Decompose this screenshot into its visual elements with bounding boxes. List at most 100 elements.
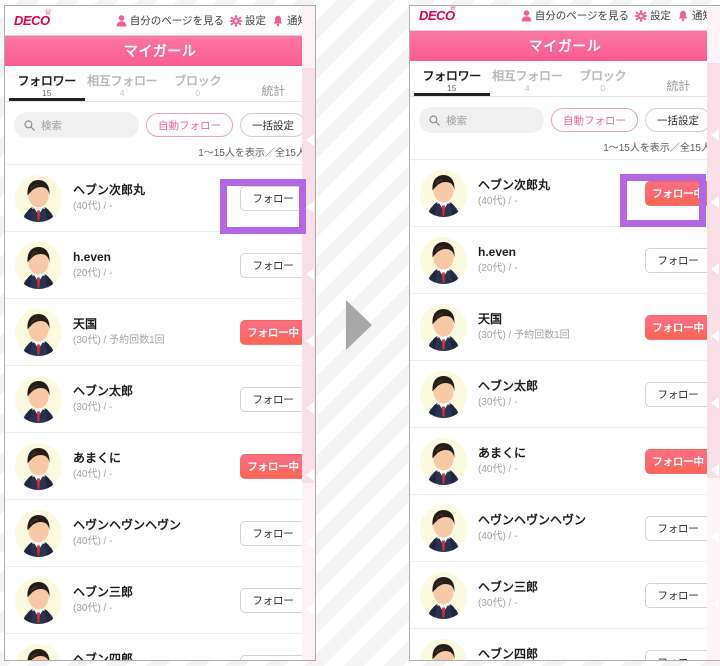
row-meta: h.even (20代) / - bbox=[478, 244, 645, 276]
user-detail: (20代) / - bbox=[478, 263, 518, 274]
following-button[interactable]: フォロー中 bbox=[645, 314, 711, 340]
row-meta: 天国 (30代) / 予約回数1回 bbox=[73, 316, 240, 348]
follow-button[interactable]: フォロー bbox=[240, 185, 306, 211]
auto-follow-button[interactable]: 自動フォロー bbox=[146, 113, 233, 137]
table-row[interactable]: ヘブン四郎(30代) / -フォロー bbox=[5, 634, 315, 660]
table-row[interactable]: ヘブン太郎 (30代) / - フォロー bbox=[5, 366, 315, 433]
follow-button[interactable]: フォロー bbox=[645, 649, 711, 660]
follow-button[interactable]: フォロー bbox=[645, 582, 711, 608]
following-button[interactable]: フォロー中 bbox=[645, 180, 711, 206]
follower-list: ヘブン次郎丸 (40代) / - フォロー h.even (20代) / - フォロー 天国… bbox=[5, 164, 315, 660]
search-input[interactable]: 検索 bbox=[14, 112, 139, 138]
tab-mutual-follow[interactable]: 相互フォロー 4 bbox=[490, 69, 566, 96]
follow-button[interactable]: フォロー bbox=[240, 654, 306, 660]
following-button[interactable]: フォロー中 bbox=[240, 453, 306, 479]
scroll-marker-icon bbox=[306, 134, 314, 146]
table-row[interactable]: h.even (20代) / - フォロー bbox=[5, 232, 315, 299]
scroll-marker-icon bbox=[306, 536, 314, 548]
following-button[interactable]: フォロー中 bbox=[645, 448, 711, 474]
user-detail: (40代) / - bbox=[73, 201, 113, 212]
follower-list: ヘブン次郎丸 (40代) / - フォロー中 h.even (20代) / - フォロー天… bbox=[410, 159, 720, 660]
follow-button[interactable]: フォロー bbox=[240, 587, 306, 613]
table-row[interactable]: 天国 (30代) / 予約回数1回 フォロー中 bbox=[410, 294, 720, 361]
person-icon bbox=[521, 9, 532, 22]
row-meta: ヘブン次郎丸 (40代) / - bbox=[478, 177, 645, 209]
tab-stats-label: 統計 bbox=[666, 79, 691, 93]
crown-icon: ♕ bbox=[448, 5, 458, 12]
avatar bbox=[15, 241, 62, 289]
tab-block-count: 0 bbox=[195, 88, 201, 98]
page-title: マイガール bbox=[5, 36, 315, 66]
table-row[interactable]: ヘヴンヘヴンヘヴン (40代) / - フォロー bbox=[410, 495, 720, 562]
nav-settings[interactable]: 設定 bbox=[230, 13, 266, 28]
person-icon bbox=[116, 14, 127, 27]
search-icon bbox=[429, 114, 440, 126]
scroll-marker-icon bbox=[306, 603, 314, 615]
tab-block[interactable]: ブロック 0 bbox=[160, 74, 236, 101]
user-name: 天国 bbox=[478, 312, 503, 326]
follow-button[interactable]: フォロー bbox=[240, 520, 306, 546]
user-name: ヘブン三郎 bbox=[73, 585, 134, 599]
following-button[interactable]: フォロー中 bbox=[240, 319, 306, 345]
avatar bbox=[420, 303, 467, 351]
row-meta: 天国 (30代) / 予約回数1回 bbox=[478, 311, 645, 343]
follow-button[interactable]: フォロー bbox=[240, 386, 306, 412]
tab-block[interactable]: ブロック 0 bbox=[565, 69, 641, 96]
tab-mutual-follow-label: 相互フォロー bbox=[87, 74, 158, 88]
tab-bar: フォロワー 15 相互フォロー 4 ブロック 0 統計 bbox=[5, 66, 315, 102]
table-row[interactable]: ヘブン三郎 (30代) / - フォロー bbox=[410, 562, 720, 629]
table-row[interactable]: あまくに (40代) / - フォロー中 bbox=[5, 433, 315, 500]
scrollbar-track[interactable] bbox=[707, 6, 720, 660]
nav-my-page[interactable]: 自分のページを見る bbox=[116, 13, 224, 28]
table-row[interactable]: h.even (20代) / - フォロー bbox=[410, 227, 720, 294]
user-detail: (40代) / - bbox=[73, 469, 113, 480]
tab-followers[interactable]: フォロワー 15 bbox=[9, 74, 85, 101]
bulk-settings-button[interactable]: 一括設定 bbox=[240, 113, 306, 137]
table-row[interactable]: 天国 (30代) / 予約回数1回 フォロー中 bbox=[5, 299, 315, 366]
user-detail: (40代) / - bbox=[478, 464, 518, 475]
user-name: あまくに bbox=[478, 446, 527, 460]
tab-block-label: ブロック bbox=[579, 69, 627, 83]
avatar bbox=[15, 576, 62, 624]
scrollbar-track[interactable] bbox=[302, 6, 315, 660]
follow-button[interactable]: フォロー bbox=[645, 247, 711, 273]
tab-stats[interactable]: 統計 bbox=[641, 79, 717, 96]
scroll-marker-icon bbox=[711, 330, 719, 342]
top-nav: 自分のページを見る 設定 通知 bbox=[116, 13, 308, 28]
table-row[interactable]: ヘヴンヘヴンヘヴン (40代) / - フォロー bbox=[5, 500, 315, 567]
nav-my-page[interactable]: 自分のページを見る bbox=[521, 8, 629, 23]
user-detail: (20代) / - bbox=[73, 268, 113, 279]
nav-settings-label: 設定 bbox=[245, 15, 266, 27]
bulk-settings-button[interactable]: 一括設定 bbox=[645, 108, 711, 132]
bell-icon bbox=[677, 10, 689, 22]
scroll-marker-icon bbox=[711, 196, 719, 208]
tab-block-count: 0 bbox=[600, 83, 606, 93]
tab-mutual-follow[interactable]: 相互フォロー 4 bbox=[85, 74, 161, 101]
transition-arrow-icon bbox=[346, 300, 372, 350]
user-detail: (30代) / - bbox=[478, 598, 518, 609]
follow-button[interactable]: フォロー bbox=[645, 515, 711, 541]
top-bar: DECO ♕ 自分のページを見る 設定 通知 bbox=[5, 6, 315, 36]
table-row[interactable]: ヘブン四郎(30代) / -フォロー bbox=[410, 629, 720, 660]
search-input[interactable]: 検索 bbox=[419, 107, 544, 133]
row-meta: ヘブン太郎 (30代) / - bbox=[73, 383, 240, 415]
deco-logo[interactable]: DECO ♕ bbox=[14, 8, 52, 28]
table-row[interactable]: ヘブン太郎 (30代) / - フォロー bbox=[410, 361, 720, 428]
nav-settings[interactable]: 設定 bbox=[635, 8, 671, 23]
table-row[interactable]: あまくに (40代) / - フォロー中 bbox=[410, 428, 720, 495]
table-row[interactable]: ヘブン次郎丸 (40代) / - フォロー中 bbox=[410, 160, 720, 227]
row-meta: ヘブン四郎(30代) / - bbox=[478, 646, 645, 660]
avatar bbox=[15, 308, 62, 356]
panel-before: DECO ♕ 自分のページを見る 設定 通知 マイガール フォロワー 15 相互… bbox=[4, 5, 316, 661]
auto-follow-button[interactable]: 自動フォロー bbox=[551, 108, 638, 132]
scroll-marker-icon bbox=[306, 201, 314, 213]
tab-followers[interactable]: フォロワー 15 bbox=[414, 69, 490, 96]
follow-button[interactable]: フォロー bbox=[240, 252, 306, 278]
follow-button[interactable]: フォロー bbox=[645, 381, 711, 407]
tab-stats[interactable]: 統計 bbox=[236, 84, 312, 101]
row-meta: ヘブン太郎 (30代) / - bbox=[478, 378, 645, 410]
user-name: あまくに bbox=[73, 451, 122, 465]
table-row[interactable]: ヘブン次郎丸 (40代) / - フォロー bbox=[5, 165, 315, 232]
table-row[interactable]: ヘブン三郎 (30代) / - フォロー bbox=[5, 567, 315, 634]
deco-logo[interactable]: DECO ♕ bbox=[419, 6, 457, 22]
